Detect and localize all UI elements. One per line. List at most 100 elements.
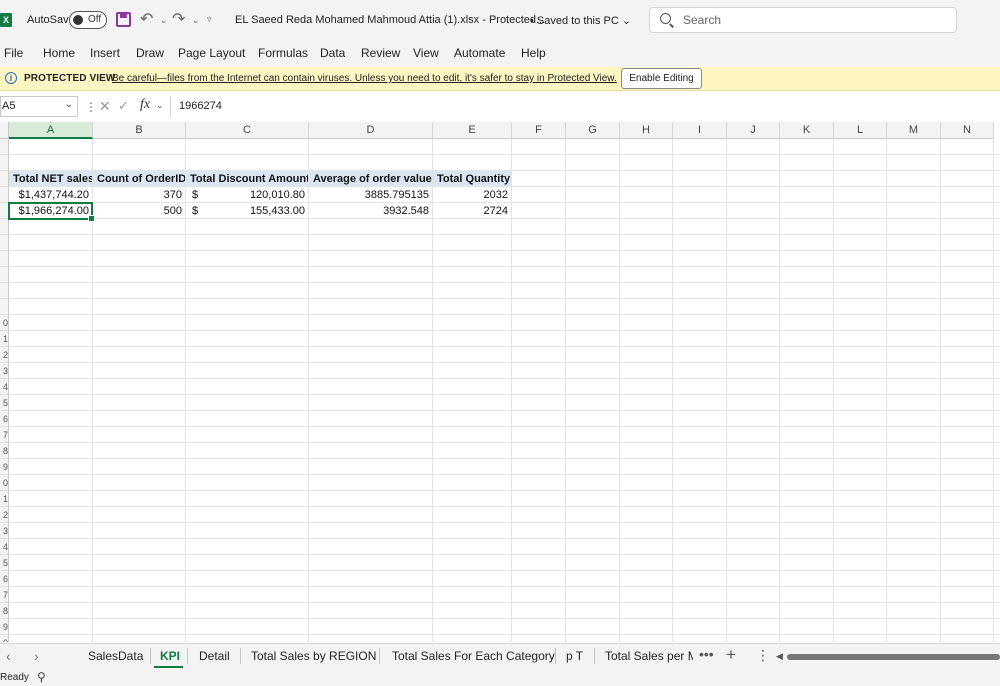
row-header[interactable]: 8 xyxy=(0,443,9,459)
row-header[interactable]: 6 xyxy=(0,571,9,587)
row-header[interactable]: 1 xyxy=(0,331,9,347)
select-all-corner[interactable] xyxy=(0,122,9,139)
menu-automate[interactable]: Automate xyxy=(454,46,505,60)
table-header-cell[interactable]: Total Discount Amount xyxy=(186,171,308,187)
row-header[interactable]: 5 xyxy=(0,395,9,411)
table-header-cell[interactable]: Average of order value xyxy=(309,171,432,187)
tab-pt[interactable]: p T xyxy=(566,649,583,663)
row-header[interactable]: 9 xyxy=(0,619,9,635)
table-cell[interactable]: 155,433.00 xyxy=(186,203,308,219)
menu-page-layout[interactable]: Page Layout xyxy=(178,46,245,60)
table-cell[interactable]: 2032 xyxy=(433,187,511,203)
more-tabs-icon[interactable]: ••• xyxy=(699,646,714,662)
menu-file[interactable]: File xyxy=(4,46,23,60)
column-header[interactable]: H xyxy=(620,122,673,139)
active-cell-selection[interactable] xyxy=(8,202,95,222)
add-sheet-icon[interactable]: + xyxy=(726,645,736,665)
menu-draw[interactable]: Draw xyxy=(136,46,164,60)
row-header[interactable]: 8 xyxy=(0,603,9,619)
row-header[interactable]: 3 xyxy=(0,523,9,539)
row-header[interactable] xyxy=(0,171,9,187)
formula-input[interactable]: 1966274 xyxy=(170,96,1000,117)
row-header[interactable]: 4 xyxy=(0,539,9,555)
tab-total-sales-each-category[interactable]: Total Sales For Each Category xyxy=(392,649,555,663)
menu-data[interactable]: Data xyxy=(320,46,345,60)
column-header[interactable]: K xyxy=(780,122,834,139)
column-header[interactable]: I xyxy=(673,122,727,139)
tab-salesdata[interactable]: SalesData xyxy=(88,649,143,663)
cancel-icon[interactable]: ✕ xyxy=(99,98,111,115)
column-header[interactable]: D xyxy=(309,122,433,139)
row-header[interactable]: 6 xyxy=(0,411,9,427)
undo-icon[interactable]: ↶ xyxy=(140,9,153,29)
formula-expand-icon[interactable]: ⌄ xyxy=(156,100,164,111)
column-header[interactable]: F xyxy=(512,122,566,139)
save-icon[interactable] xyxy=(116,12,131,27)
row-header[interactable]: 0 xyxy=(0,475,9,491)
saved-status[interactable]: • Saved to this PC ⌄ xyxy=(530,14,631,27)
row-header[interactable]: 2 xyxy=(0,347,9,363)
tab-detail[interactable]: Detail xyxy=(199,649,230,663)
row-header[interactable]: 7 xyxy=(0,427,9,443)
menu-help[interactable]: Help xyxy=(521,46,546,60)
prev-sheet-icon[interactable]: ‹ xyxy=(6,648,11,664)
row-header[interactable] xyxy=(0,267,9,283)
row-header[interactable]: 1 xyxy=(0,491,9,507)
tab-total-sales-per-m[interactable]: Total Sales per M xyxy=(605,649,693,663)
row-header[interactable] xyxy=(0,251,9,267)
row-header[interactable]: 0 xyxy=(0,315,9,331)
table-cell[interactable]: $1,437,744.20 xyxy=(9,187,92,203)
autosave-toggle[interactable]: Off xyxy=(69,11,107,29)
row-header[interactable] xyxy=(0,187,9,203)
confirm-icon[interactable]: ✓ xyxy=(118,98,129,114)
table-cell[interactable]: 2724 xyxy=(433,203,511,219)
search-input[interactable] xyxy=(683,12,943,28)
menu-review[interactable]: Review xyxy=(361,46,400,60)
name-box[interactable]: A5 ⌄ xyxy=(0,96,78,117)
row-header[interactable]: 2 xyxy=(0,507,9,523)
next-sheet-icon[interactable]: › xyxy=(34,648,39,664)
table-cell[interactable]: 120,010.80 xyxy=(186,187,308,203)
column-header[interactable]: C xyxy=(186,122,309,139)
horizontal-scrollbar[interactable] xyxy=(787,654,1000,660)
column-header[interactable]: L xyxy=(834,122,887,139)
row-header[interactable] xyxy=(0,155,9,171)
row-header[interactable]: 9 xyxy=(0,459,9,475)
row-header[interactable]: 5 xyxy=(0,555,9,571)
row-header[interactable]: 0 xyxy=(0,635,9,642)
menu-formulas[interactable]: Formulas xyxy=(258,46,308,60)
table-cell[interactable]: 3885.795135 xyxy=(309,187,432,203)
row-header[interactable] xyxy=(0,235,9,251)
row-header[interactable] xyxy=(0,299,9,315)
column-header[interactable]: E xyxy=(433,122,512,139)
table-header-cell[interactable]: Total NET sales xyxy=(9,171,92,187)
column-header[interactable]: B xyxy=(93,122,186,139)
menu-view[interactable]: View xyxy=(413,46,439,60)
search-box[interactable] xyxy=(649,7,957,33)
chevron-down-icon[interactable]: ⌄ xyxy=(65,99,73,110)
menu-home[interactable]: Home xyxy=(43,46,75,60)
row-header[interactable] xyxy=(0,219,9,235)
scroll-left-icon[interactable]: ◀ xyxy=(776,651,783,662)
row-header[interactable] xyxy=(0,283,9,299)
row-header[interactable]: 7 xyxy=(0,587,9,603)
table-header-cell[interactable]: Total Quantity xyxy=(433,171,511,187)
customize-toolbar-icon[interactable]: ▿ xyxy=(207,14,212,25)
table-cell[interactable]: 370 xyxy=(93,187,185,203)
table-cell[interactable]: 500 xyxy=(93,203,185,219)
row-header[interactable]: 3 xyxy=(0,363,9,379)
insert-function-icon[interactable]: fx xyxy=(140,97,150,113)
protected-view-message[interactable]: Be careful—files from the Internet can c… xyxy=(112,73,617,84)
row-header[interactable]: 4 xyxy=(0,379,9,395)
tab-kpi[interactable]: KPI xyxy=(160,649,180,663)
spreadsheet-grid[interactable]: ABCDEFGHIJKLMN0123456789012345678901Tota… xyxy=(0,122,1000,642)
column-header[interactable]: G xyxy=(566,122,620,139)
redo-icon[interactable]: ↷ xyxy=(172,9,185,29)
column-header[interactable]: N xyxy=(941,122,994,139)
column-header[interactable]: A xyxy=(9,122,93,139)
accessibility-icon[interactable]: ⚲ xyxy=(37,670,46,684)
column-header[interactable]: J xyxy=(727,122,780,139)
table-header-cell[interactable]: Count of OrderID xyxy=(93,171,185,187)
more-options-icon[interactable]: ⋮ xyxy=(85,100,97,114)
undo-dropdown-icon[interactable]: ⌄ xyxy=(160,15,168,26)
